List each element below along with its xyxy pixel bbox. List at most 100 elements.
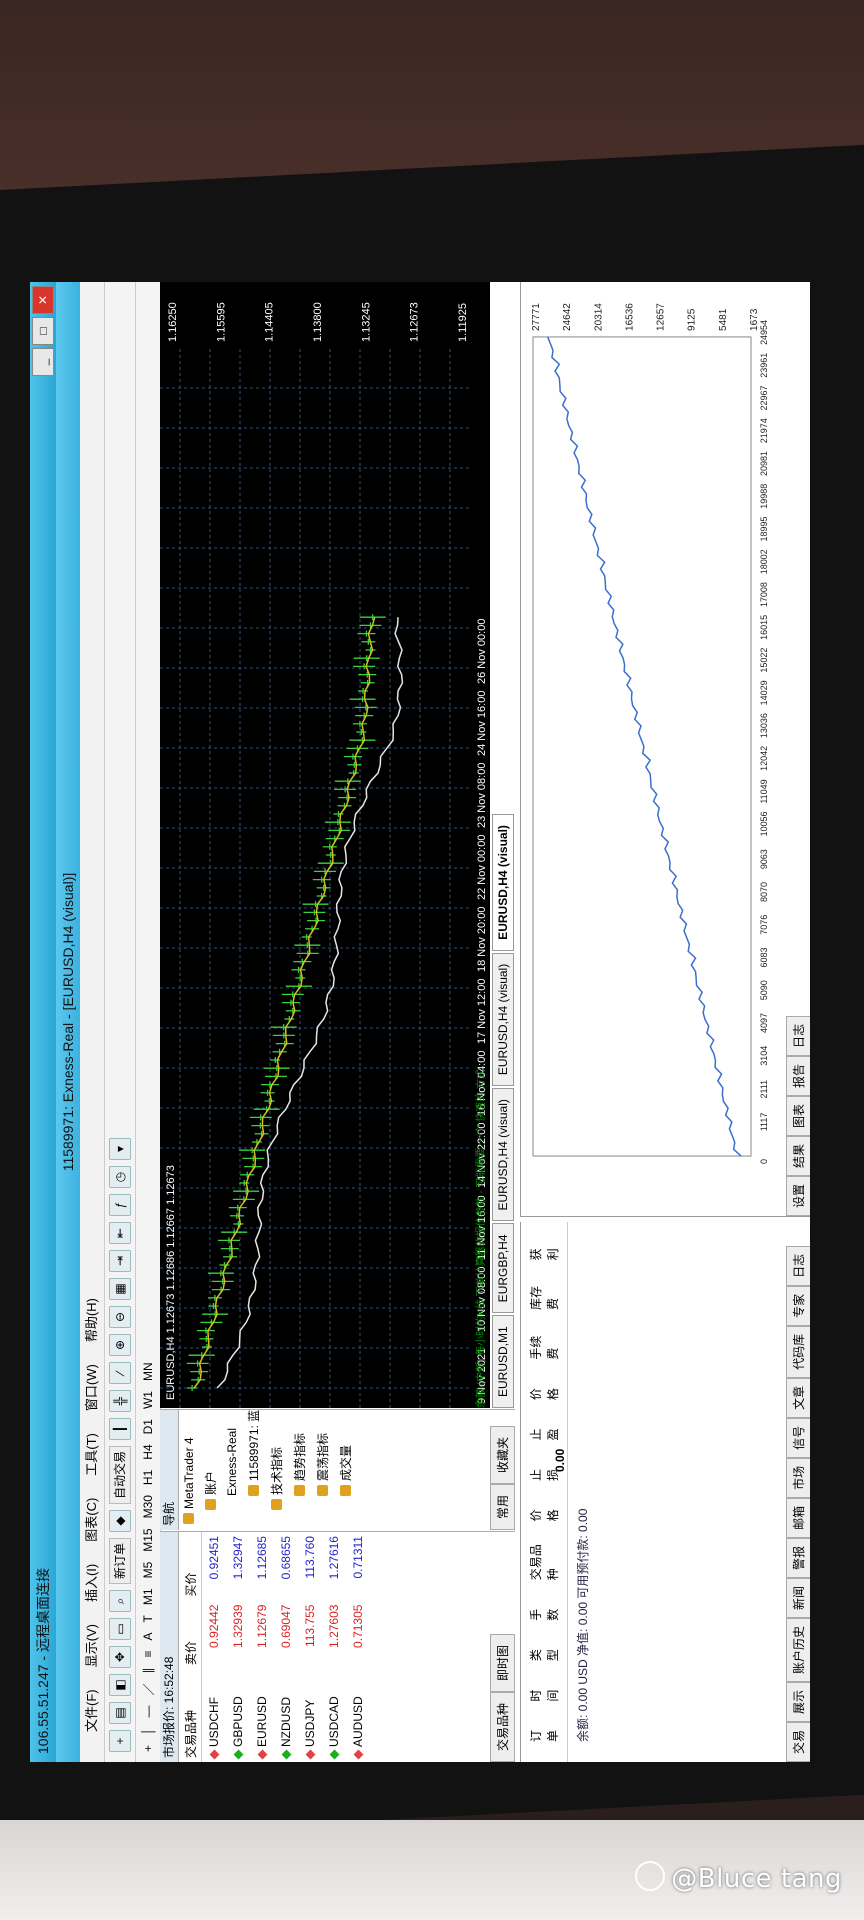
candlestick-icon[interactable]: ╬ [109, 1389, 131, 1412]
terminal-tab[interactable]: 账户历史 [786, 1617, 810, 1682]
menu-window[interactable]: 窗口(W) [80, 1364, 104, 1411]
chart-canvas[interactable]: 1.16250 1.15595 1.14405 1.13800 1.13245 1.126… [160, 282, 490, 1408]
market-watch-row[interactable]: EURUSD 1.12679 1.12685 [250, 1532, 274, 1762]
tester-tab[interactable]: 日志 [786, 1015, 810, 1056]
trendline-icon[interactable]: ／ [140, 1683, 157, 1695]
vline-icon[interactable]: │ [141, 1727, 155, 1735]
market-watch-row[interactable]: GBPUSD 1.32939 1.32947 [226, 1532, 250, 1762]
tile-icon[interactable]: ▦ [109, 1277, 131, 1300]
tf-h4[interactable]: H4 [141, 1444, 155, 1459]
terminal-column-header[interactable]: 时间 [527, 1683, 561, 1702]
market-watch-row[interactable]: USDCHF 0.92442 0.92451 [202, 1532, 227, 1762]
tf-h1[interactable]: H1 [141, 1470, 155, 1485]
terminal-column-header[interactable]: 获利 [527, 1242, 561, 1260]
chart-tab-1[interactable]: EURUSD,M1 [492, 1315, 514, 1408]
autoscroll-icon[interactable]: ⇥ [109, 1249, 131, 1272]
restore-button[interactable]: □ [32, 317, 54, 345]
tab-favorites[interactable]: 收藏夹 [490, 1425, 515, 1484]
terminal-column-header[interactable]: 价格 [527, 1382, 561, 1400]
tf-m30[interactable]: M30 [141, 1495, 155, 1518]
bar-chart-icon[interactable]: ┃ [109, 1417, 131, 1440]
nav-server[interactable]: Exness-Real [222, 1410, 242, 1530]
tab-tick-chart[interactable]: 即时图 [490, 1633, 515, 1692]
menu-tools[interactable]: 工具(T) [80, 1433, 104, 1476]
terminal-icon[interactable]: ▭ [109, 1618, 131, 1640]
line-chart-icon[interactable]: ∕ [109, 1361, 131, 1384]
metaeditor-icon[interactable]: ◆ [109, 1509, 131, 1532]
menu-charts[interactable]: 图表(C) [80, 1498, 104, 1542]
terminal-tab[interactable]: 警报 [786, 1537, 810, 1578]
crosshair-icon[interactable]: + [141, 1745, 155, 1752]
chart-tab-4[interactable]: EURUSD,H4 (visual) [492, 952, 514, 1087]
menu-insert[interactable]: 插入(I) [80, 1564, 104, 1602]
terminal-tab[interactable]: 邮箱 [786, 1497, 810, 1538]
tester-tab[interactable]: 设置 [786, 1175, 810, 1216]
market-watch-icon[interactable]: ◧ [109, 1674, 131, 1696]
market-watch-row[interactable]: USDJPY 113.755 113.760 [298, 1532, 322, 1762]
navigator-icon[interactable]: ✥ [109, 1646, 131, 1668]
terminal-column-header[interactable]: 手数 [527, 1602, 561, 1621]
terminal-column-header[interactable]: 手续费 [527, 1332, 561, 1360]
minimize-button[interactable]: _ [32, 348, 54, 376]
tester-icon[interactable]: ⌕ [109, 1590, 131, 1612]
tab-symbols[interactable]: 交易品种 [490, 1691, 515, 1762]
auto-trading-button[interactable]: 自动交易 [109, 1445, 131, 1504]
new-order-button[interactable]: 新订单 [109, 1537, 131, 1584]
chart-tab-3[interactable]: EURUSD,H4 (visual) [492, 1088, 514, 1222]
menu-view[interactable]: 显示(V) [80, 1624, 104, 1667]
terminal-column-header[interactable]: 交易品种 [527, 1543, 561, 1580]
label-icon[interactable]: T [141, 1615, 155, 1622]
terminal-column-header[interactable]: 订单 [527, 1724, 561, 1742]
nav-indicators[interactable]: 技术指标 [265, 1410, 288, 1530]
col-symbol[interactable]: 交易品种 [179, 1669, 202, 1762]
close-button[interactable]: ✕ [32, 286, 54, 314]
tester-tab[interactable]: 报告 [786, 1055, 810, 1096]
tf-d1[interactable]: D1 [141, 1419, 155, 1434]
market-watch-row[interactable]: AUDUSD 0.71305 0.71311 [346, 1532, 370, 1762]
terminal-tab[interactable]: 代码库 [786, 1325, 810, 1378]
terminal-tab[interactable]: 文章 [786, 1377, 810, 1418]
chart-tab-2[interactable]: EURGBP,H4 [492, 1223, 514, 1314]
menu-file[interactable]: 文件(F) [80, 1689, 104, 1732]
tf-m15[interactable]: M15 [141, 1528, 155, 1551]
profiles-icon[interactable]: ▤ [109, 1702, 131, 1724]
tf-m5[interactable]: M5 [141, 1562, 155, 1579]
chart-tab-5[interactable]: EURUSD,H4 (visual) [492, 814, 514, 951]
periods-icon[interactable]: ◷ [109, 1165, 131, 1188]
terminal-tab[interactable]: 专家 [786, 1285, 810, 1326]
zoom-in-icon[interactable]: ⊕ [109, 1333, 131, 1356]
market-watch-row[interactable]: USDCAD 1.27603 1.27616 [322, 1532, 346, 1762]
hline-icon[interactable]: — [141, 1705, 155, 1717]
chart-shift-icon[interactable]: ⇤ [109, 1221, 131, 1244]
terminal-tab[interactable]: 市场 [786, 1457, 810, 1498]
text-icon[interactable]: A [141, 1632, 155, 1640]
col-bid[interactable]: 卖价 [179, 1600, 202, 1670]
tester-tab[interactable]: 图表 [786, 1095, 810, 1136]
terminal-tab[interactable]: 新闻 [786, 1577, 810, 1618]
new-chart-icon[interactable]: + [109, 1730, 131, 1752]
price-chart[interactable]: 1.16250 1.15595 1.14405 1.13800 1.13245 1.126… [160, 282, 490, 1408]
nav-account[interactable]: 11589971: 蓝 [242, 1410, 265, 1530]
equity-graph[interactable]: 27771 24642 20314 16536 12657 9125 5481 1673011… [521, 282, 781, 1216]
terminal-tab[interactable]: 展示 [786, 1681, 810, 1722]
terminal-column-header[interactable]: 止盈 [527, 1422, 561, 1441]
terminal-column-header[interactable]: 价格 [527, 1503, 561, 1521]
nav-oscillators[interactable]: 震荡指标 [311, 1410, 334, 1530]
terminal-tab[interactable]: 交易 [786, 1721, 810, 1762]
zoom-out-icon[interactable]: ⊖ [109, 1305, 131, 1328]
terminal-column-header[interactable]: 类型 [527, 1643, 561, 1661]
market-watch-row[interactable]: NZDUSD 0.69047 0.68655 [274, 1532, 298, 1762]
tab-common[interactable]: 常用 [490, 1483, 515, 1530]
tester-tab[interactable]: 结果 [786, 1135, 810, 1176]
tf-w1[interactable]: W1 [141, 1391, 155, 1409]
fibo-icon[interactable]: ≡ [141, 1650, 155, 1657]
menu-help[interactable]: 帮助(H) [80, 1298, 104, 1342]
tf-mn[interactable]: MN [141, 1362, 155, 1381]
templates-icon[interactable]: ▾ [109, 1137, 131, 1160]
nav-accounts[interactable]: 账户 [199, 1410, 222, 1530]
nav-metatrader[interactable]: MetaTrader 4 [179, 1410, 199, 1530]
indicators-icon[interactable]: ƒ [109, 1193, 131, 1216]
nav-volumes[interactable]: 成交量 [334, 1410, 357, 1530]
col-ask[interactable]: 买价 [179, 1532, 202, 1601]
tf-m1[interactable]: M1 [141, 1588, 155, 1605]
